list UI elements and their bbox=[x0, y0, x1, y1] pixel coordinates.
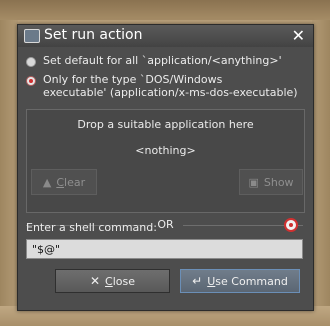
desktop-background-left bbox=[0, 20, 18, 306]
shell-command-label: Enter a shell command: bbox=[26, 221, 157, 234]
close-icon[interactable]: ✕ bbox=[292, 26, 305, 45]
desktop-background-right bbox=[312, 20, 330, 306]
radio-default-for-all[interactable] bbox=[26, 57, 36, 67]
shell-command-input[interactable] bbox=[26, 239, 303, 259]
current-application: <nothing> bbox=[135, 144, 196, 157]
enter-arrow-icon: ↵ bbox=[192, 274, 203, 288]
clear-button-label: Clear bbox=[56, 175, 86, 189]
x-icon: ✕ bbox=[89, 274, 101, 288]
clear-button[interactable]: ▲ Clear bbox=[31, 169, 97, 195]
drop-hint-text: Drop a suitable application here bbox=[77, 118, 254, 131]
application-drop-area[interactable]: Drop a suitable application here <nothin… bbox=[26, 109, 305, 213]
title-bar[interactable]: Set run action ✕ bbox=[18, 25, 313, 47]
broom-icon: ▲ bbox=[42, 175, 52, 189]
show-button-label: Show bbox=[263, 175, 294, 189]
option-default-for-all[interactable]: Set default for all `application/<anythi… bbox=[26, 54, 282, 67]
use-command-button-label: Use Command bbox=[207, 274, 288, 288]
set-run-action-dialog: Set run action ✕ Set default for all `ap… bbox=[17, 24, 314, 311]
radio-only-for-type[interactable] bbox=[26, 76, 36, 86]
lifebuoy-help-icon[interactable] bbox=[284, 218, 298, 232]
show-button[interactable]: ▣ Show bbox=[239, 169, 303, 195]
use-command-button[interactable]: ↵ Use Command bbox=[180, 269, 300, 293]
option-only-for-type[interactable]: Only for the type `DOS/Windows executabl… bbox=[26, 73, 298, 99]
close-button[interactable]: ✕ Close bbox=[55, 269, 170, 293]
desktop-background-top bbox=[0, 0, 330, 20]
window-title: Set run action bbox=[44, 27, 143, 43]
option-only-for-type-label: Only for the type `DOS/Windows executabl… bbox=[43, 73, 298, 99]
window-icon bbox=[24, 29, 40, 43]
show-window-icon: ▣ bbox=[248, 175, 259, 189]
option-default-for-all-label: Set default for all `application/<anythi… bbox=[43, 54, 282, 67]
close-button-label: Close bbox=[105, 274, 136, 288]
